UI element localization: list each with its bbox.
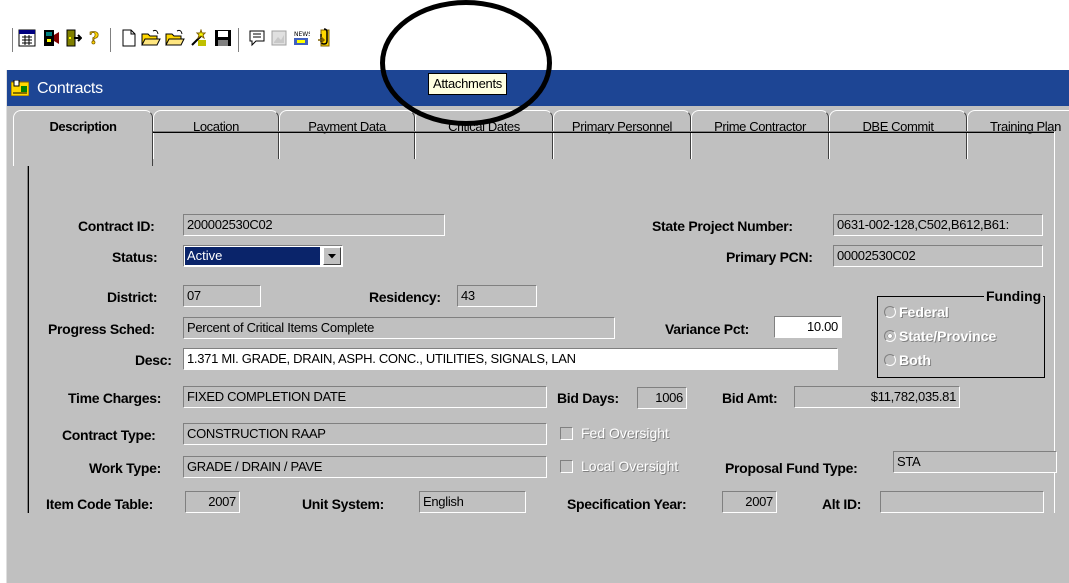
alt-id-label: Alt ID:: [822, 496, 862, 512]
open-folder-alt-icon[interactable]: [164, 27, 186, 49]
desc-label: Desc:: [135, 352, 172, 368]
status-select[interactable]: Active: [183, 245, 343, 267]
desc-input[interactable]: 1.371 MI. GRADE, DRAIN, ASPH. CONC., UTI…: [183, 348, 838, 370]
help-icon[interactable]: ?: [84, 27, 106, 49]
funding-state-province-label: State/Province: [899, 328, 997, 344]
bid-days-label: Bid Days:: [557, 390, 619, 406]
state-project-number-label: State Project Number:: [652, 218, 793, 234]
services-icon[interactable]: [40, 27, 62, 49]
time-charges-label: Time Charges:: [68, 390, 162, 406]
fed-oversight-label: Fed Oversight: [581, 425, 669, 441]
specification-year-label: Specification Year:: [567, 496, 687, 512]
toolbar-grip[interactable]: [10, 28, 13, 52]
residency-label: Residency:: [369, 289, 441, 305]
unit-system-field[interactable]: English: [419, 491, 526, 513]
contract-id-label: Contract ID:: [78, 218, 155, 234]
fed-oversight-checkbox[interactable]: Fed Oversight: [560, 425, 669, 441]
funding-federal-label: Federal: [899, 304, 949, 320]
chevron-down-icon[interactable]: [323, 247, 341, 265]
progress-sched-label: Progress Sched:: [48, 321, 155, 337]
status-label: Status:: [112, 249, 158, 265]
contract-type-field[interactable]: CONSTRUCTION RAAP: [183, 423, 547, 445]
list-view-icon[interactable]: [16, 27, 38, 49]
local-oversight-label: Local Oversight: [581, 458, 679, 474]
proposal-fund-type-label: Proposal Fund Type:: [725, 460, 858, 476]
bid-amt-field[interactable]: $11,782,035.81: [794, 386, 960, 408]
district-field[interactable]: 07: [183, 285, 261, 307]
bid-amt-label: Bid Amt:: [722, 390, 778, 406]
svg-text:?: ?: [89, 29, 99, 47]
wizard-icon[interactable]: [188, 27, 210, 49]
funding-radio-state-province[interactable]: State/Province: [884, 328, 996, 344]
residency-field[interactable]: 43: [457, 285, 537, 307]
save-icon[interactable]: [212, 27, 234, 49]
state-project-number-field[interactable]: 0631-002-128,C502,B612,B61:: [833, 214, 1043, 236]
exit-icon[interactable]: [62, 27, 84, 49]
contracts-app-icon: [10, 79, 30, 99]
primary-pcn-field[interactable]: 00002530C02: [833, 245, 1043, 267]
main-toolbar: ? NEWS: [6, 22, 466, 58]
news-icon[interactable]: NEWS: [290, 27, 312, 49]
window-title: Contracts: [37, 80, 103, 97]
work-type-field[interactable]: GRADE / DRAIN / PAVE: [183, 456, 547, 478]
funding-radio-federal[interactable]: Federal: [884, 304, 949, 320]
status-selected-value: Active: [185, 247, 320, 265]
unit-system-label: Unit System:: [302, 496, 384, 512]
local-oversight-checkbox[interactable]: Local Oversight: [560, 458, 678, 474]
contract-id-field[interactable]: 200002530C02: [183, 214, 445, 236]
window-titlebar[interactable]: Contracts: [7, 70, 1069, 106]
variance-pct-label: Variance Pct:: [665, 321, 750, 337]
progress-sched-field[interactable]: Percent of Critical Items Complete: [183, 317, 615, 339]
comment-icon[interactable]: [246, 27, 268, 49]
work-type-label: Work Type:: [89, 460, 161, 476]
proposal-fund-type-field[interactable]: STA: [893, 451, 1057, 473]
funding-both-label: Both: [899, 352, 931, 368]
svg-text:NEWS: NEWS: [294, 31, 310, 38]
primary-pcn-label: Primary PCN:: [726, 249, 813, 265]
contract-type-label: Contract Type:: [62, 427, 156, 443]
funding-radio-both[interactable]: Both: [884, 352, 931, 368]
attachments-icon[interactable]: [314, 27, 336, 49]
new-document-icon[interactable]: [118, 27, 140, 49]
variance-pct-input[interactable]: 10.00: [774, 316, 842, 338]
bid-days-field[interactable]: 1006: [637, 387, 687, 409]
open-folder-icon[interactable]: [140, 27, 162, 49]
image-icon[interactable]: [268, 27, 290, 49]
district-label: District:: [107, 289, 158, 305]
specification-year-field[interactable]: 2007: [722, 491, 777, 513]
time-charges-field[interactable]: FIXED COMPLETION DATE: [183, 386, 547, 408]
attachments-tooltip: Attachments: [428, 73, 507, 95]
tab-description[interactable]: Description: [13, 110, 153, 166]
item-code-table-label: Item Code Table:: [46, 496, 153, 512]
funding-title: Funding: [984, 288, 1044, 304]
alt-id-field[interactable]: [880, 491, 1044, 513]
item-code-table-field[interactable]: 2007: [185, 491, 240, 513]
